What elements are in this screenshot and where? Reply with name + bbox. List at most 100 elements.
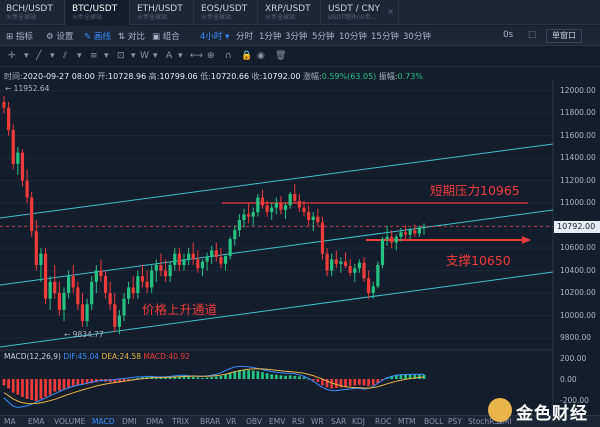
interval-1m[interactable]: 1分钟 bbox=[259, 30, 281, 42]
indicator-roc[interactable]: ROC bbox=[375, 417, 391, 426]
indicator-kdj[interactable]: KDJ bbox=[352, 417, 365, 426]
tool-dropdown-icon[interactable]: ▾ bbox=[104, 51, 109, 61]
pattern-icon[interactable]: W bbox=[140, 51, 149, 61]
close-icon[interactable]: × bbox=[387, 7, 394, 16]
indicator-obv[interactable]: OBV bbox=[246, 417, 262, 426]
indicator-dma[interactable]: DMA bbox=[146, 417, 163, 426]
shape-icon[interactable]: ⊡ bbox=[117, 51, 125, 61]
tool-dropdown-icon[interactable]: ▾ bbox=[77, 51, 82, 61]
interval-select[interactable]: 4小时 ▾ bbox=[200, 30, 229, 42]
trash-icon[interactable]: 🗑 bbox=[275, 51, 286, 61]
draw-button[interactable]: ✎ 画线 bbox=[84, 30, 111, 42]
indicator-boll[interactable]: BOLL bbox=[424, 417, 443, 426]
interval-5m[interactable]: 5分钟 bbox=[312, 30, 334, 42]
candle-body bbox=[136, 276, 140, 294]
indicator-vr[interactable]: VR bbox=[226, 417, 236, 426]
candle-body bbox=[394, 236, 398, 243]
interval-3m[interactable]: 3分钟 bbox=[285, 30, 307, 42]
candle-body bbox=[39, 253, 43, 265]
indicator-ema[interactable]: EMA bbox=[28, 417, 44, 426]
candle-body bbox=[380, 239, 385, 265]
tab-btcusdt[interactable]: BTC/USDT 火币全球站 bbox=[66, 0, 130, 25]
tool-dropdown-icon[interactable]: ▾ bbox=[24, 51, 29, 61]
candle-body bbox=[154, 264, 158, 271]
indicator-sar[interactable]: SAR bbox=[331, 417, 346, 426]
candle-body bbox=[168, 264, 172, 277]
indicator-trix[interactable]: TRIX bbox=[172, 417, 189, 426]
price-tick: 11200.00 bbox=[560, 175, 596, 185]
tool-dropdown-icon[interactable]: ▾ bbox=[50, 51, 55, 61]
indicator-volume[interactable]: VOLUME bbox=[54, 417, 85, 426]
indicator-mtm[interactable]: MTM bbox=[398, 417, 416, 426]
indicator-psy[interactable]: PSY bbox=[448, 417, 462, 426]
fibonacci-icon[interactable]: ≡ bbox=[90, 51, 98, 61]
macd-histogram-bar bbox=[362, 379, 366, 386]
macd-histogram-bar bbox=[30, 379, 34, 400]
parallel-channel-icon[interactable]: ⫽ bbox=[63, 51, 67, 61]
candle-body bbox=[343, 261, 348, 267]
candle-body bbox=[330, 259, 334, 271]
candle-body bbox=[113, 304, 117, 327]
compare-button[interactable]: ⇅ 对比 bbox=[118, 30, 145, 42]
candle-body bbox=[316, 216, 320, 223]
combine-button[interactable]: ▣ 组合 bbox=[152, 30, 180, 42]
text-tool-icon[interactable]: A bbox=[166, 51, 172, 61]
measure-icon[interactable]: ⟷ bbox=[190, 51, 203, 61]
candle-body bbox=[191, 253, 195, 260]
macd-histogram-bar bbox=[76, 379, 80, 386]
tab-usdtcny[interactable]: USDT / CNY USDT场外/火币… × bbox=[322, 0, 399, 25]
tab-ethusdt[interactable]: ETH/USDT 火币全球站 bbox=[131, 0, 194, 25]
candle-body bbox=[117, 315, 121, 327]
tab-pair: BTC/USDT bbox=[72, 4, 118, 14]
macd-histogram-bar bbox=[256, 371, 260, 379]
interval-15m[interactable]: 15分钟 bbox=[371, 30, 399, 42]
tab-bchusdt[interactable]: BCH/USDT 火币全球站 bbox=[0, 0, 65, 25]
candle-body bbox=[325, 253, 329, 271]
indicator-ma[interactable]: MA bbox=[4, 417, 16, 426]
settings-button[interactable]: ⚙ 设置 bbox=[46, 30, 73, 42]
candle-body bbox=[196, 259, 200, 269]
macd-title: MACD(12,26,9) bbox=[4, 352, 61, 361]
tool-dropdown-icon[interactable]: ▾ bbox=[178, 51, 183, 61]
tab-exchange: 火币全球站 bbox=[137, 14, 168, 21]
tab-xrpusdt[interactable]: XRP/USDT 火币全球站 bbox=[259, 0, 321, 25]
candle-body bbox=[159, 264, 163, 271]
indicator-wr[interactable]: WR bbox=[311, 417, 324, 426]
settings-label: 设置 bbox=[56, 32, 74, 42]
trendline-icon[interactable]: ╱ bbox=[36, 51, 41, 61]
macd-histogram-bar bbox=[191, 376, 195, 379]
tool-dropdown-icon[interactable]: ▾ bbox=[131, 51, 136, 61]
candle-body bbox=[131, 287, 135, 294]
macd-histogram-bar bbox=[219, 375, 223, 379]
macd-histogram-bar bbox=[334, 379, 338, 388]
indicator-macd[interactable]: MACD bbox=[92, 417, 114, 426]
screenshot-icon[interactable]: ⬚ bbox=[528, 30, 536, 40]
candle-body bbox=[16, 152, 20, 164]
candle-body bbox=[7, 107, 11, 131]
lock-icon[interactable]: 🔒 bbox=[241, 51, 252, 61]
interval-10m[interactable]: 10分钟 bbox=[339, 30, 367, 42]
interval-timeline[interactable]: 分时 bbox=[236, 30, 253, 42]
zoom-icon[interactable]: ⊕ bbox=[207, 51, 215, 61]
indicators-button[interactable]: ⊞ 指标 bbox=[6, 30, 33, 42]
visibility-icon[interactable]: ◉ bbox=[257, 51, 265, 61]
macd-histogram-bar bbox=[11, 379, 15, 393]
interval-30m[interactable]: 30分钟 bbox=[403, 30, 431, 42]
magnet-icon[interactable]: ∩ bbox=[225, 51, 232, 61]
candle-body bbox=[357, 262, 361, 269]
indicator-brar[interactable]: BRAR bbox=[200, 417, 220, 426]
price-chart[interactable] bbox=[0, 80, 600, 415]
tool-dropdown-icon[interactable]: ▾ bbox=[153, 51, 158, 61]
indicator-rsi[interactable]: RSI bbox=[292, 417, 304, 426]
price-tick: 11600.00 bbox=[560, 130, 596, 140]
tab-eosusdt[interactable]: EOS/USDT 火币全球站 bbox=[195, 0, 258, 25]
tab-pair: XRP/USDT bbox=[265, 4, 311, 14]
window-mode-label: 单窗口 bbox=[552, 31, 576, 40]
indicator-dmi[interactable]: DMI bbox=[122, 417, 136, 426]
indicator-emv[interactable]: EMV bbox=[269, 417, 285, 426]
macd-histogram-bar bbox=[297, 376, 301, 379]
candle-body bbox=[103, 276, 108, 294]
window-mode-button[interactable]: 单窗口 bbox=[546, 29, 582, 43]
crosshair-icon[interactable]: ✛ bbox=[8, 51, 16, 61]
candle-body bbox=[367, 278, 371, 294]
